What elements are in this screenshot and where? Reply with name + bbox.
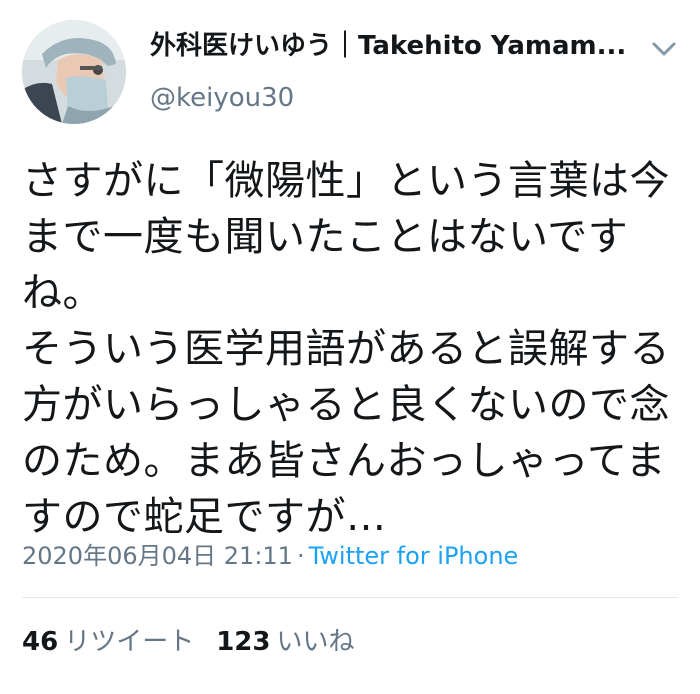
retweets-count: 46	[22, 627, 59, 657]
chevron-down-icon[interactable]	[650, 38, 678, 60]
tweet-meta: 2020年06月04日 21:11 · Twitter for iPhone	[22, 538, 518, 574]
divider	[22, 597, 678, 598]
likes-stat[interactable]: 123 いいね	[216, 627, 354, 657]
tweet-timestamp[interactable]: 2020年06月04日 21:11	[22, 542, 293, 570]
tweet-source-link[interactable]: Twitter for iPhone	[309, 542, 519, 570]
retweets-label: リツイート	[64, 627, 195, 657]
likes-label: いいね	[276, 627, 355, 657]
surgeon-avatar-icon	[22, 20, 126, 124]
likes-count: 123	[216, 627, 271, 657]
tweet-card: 外科医けいゆう｜Takehito Yamam... @keiyou30 さすがに…	[0, 0, 700, 694]
author-display-name[interactable]: 外科医けいゆう｜Takehito Yamam...	[150, 28, 640, 64]
avatar[interactable]	[22, 20, 126, 124]
author-handle[interactable]: @keiyou30	[150, 80, 294, 116]
retweets-stat[interactable]: 46 リツイート	[22, 627, 194, 657]
meta-separator: ·	[296, 542, 305, 570]
tweet-stats: 46 リツイート 123 いいね	[22, 624, 355, 660]
tweet-text: さすがに「微陽性」という言葉は今まで一度も聞いたことはないですね。 そういう医学…	[22, 158, 670, 540]
